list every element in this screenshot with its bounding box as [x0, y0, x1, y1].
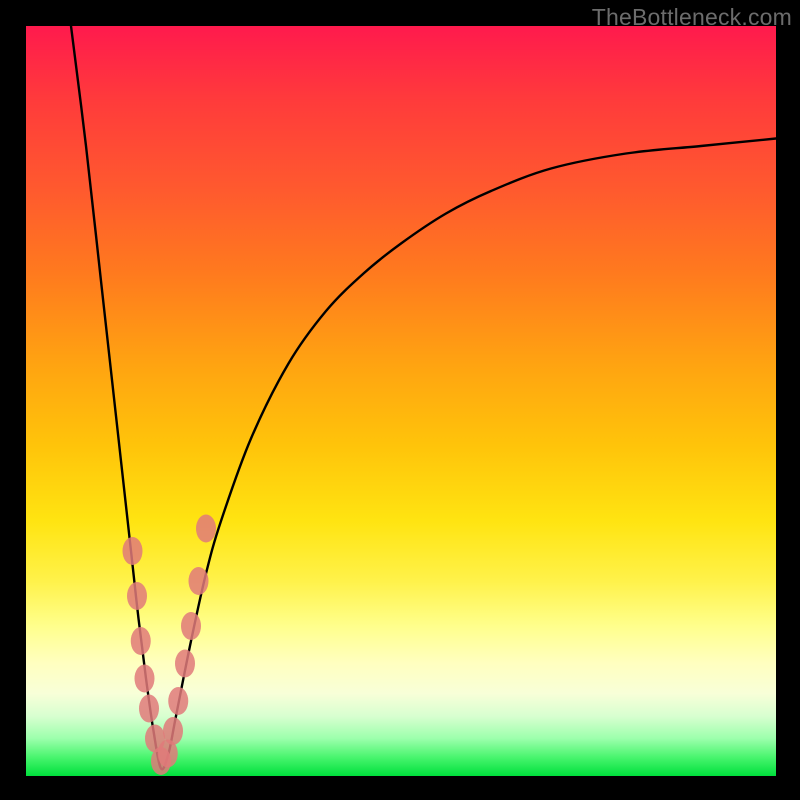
bead-marker: [123, 537, 143, 565]
bead-marker: [131, 627, 151, 655]
bead-marker: [145, 725, 165, 753]
plot-area: [26, 26, 776, 776]
bead-marker: [151, 747, 171, 775]
chart-frame: TheBottleneck.com: [0, 0, 800, 800]
bead-marker: [163, 717, 183, 745]
bead-marker: [175, 650, 195, 678]
watermark-text: TheBottleneck.com: [592, 4, 792, 31]
bead-marker: [189, 567, 209, 595]
curve-svg: [26, 26, 776, 776]
bead-marker: [168, 687, 188, 715]
bead-marker: [196, 515, 216, 543]
bead-marker: [158, 740, 178, 768]
bead-marker: [127, 582, 147, 610]
bead-group: [123, 515, 217, 776]
bead-marker: [135, 665, 155, 693]
bottleneck-curve: [71, 26, 776, 769]
bead-marker: [181, 612, 201, 640]
bead-marker: [139, 695, 159, 723]
